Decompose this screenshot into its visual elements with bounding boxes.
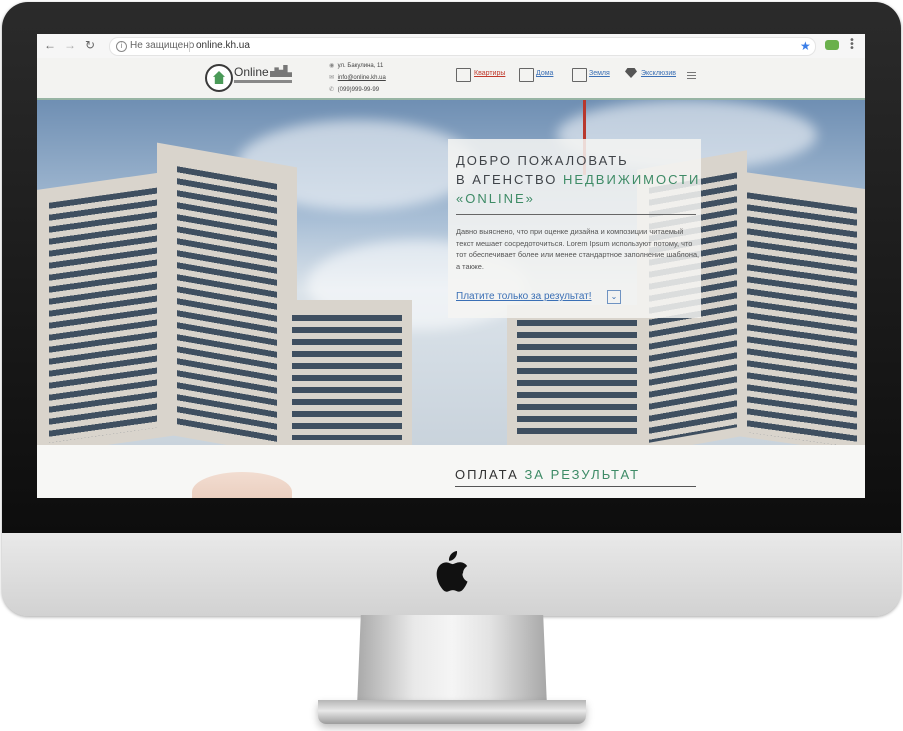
- contact-phone: ✆ (099)999-99-99: [329, 86, 379, 93]
- hero-section: ДОБРО ПОЖАЛОВАТЬ В АГЕНСТВО НЕДВИЖИМОСТИ…: [37, 100, 865, 445]
- welcome-body: Давно выяснено, что при оценке дизайна и…: [456, 227, 700, 271]
- welcome-title-accent: НЕДВИЖИМОСТИ: [562, 172, 701, 187]
- imac-stand-base: [318, 700, 586, 724]
- diamond-icon[interactable]: [625, 68, 637, 78]
- nav-apartments[interactable]: Квартиры: [474, 70, 505, 77]
- info-icon[interactable]: i: [116, 41, 127, 52]
- screen: ← → ↻ i Не защищено online.kh.ua ★ • • • O…: [37, 34, 865, 498]
- location-pin-icon: ◉: [329, 62, 335, 69]
- welcome-title: ДОБРО ПОЖАЛОВАТЬ В АГЕНСТВО НЕДВИЖИМОСТИ…: [456, 151, 701, 208]
- building-windows: [177, 166, 277, 444]
- back-arrow-icon[interactable]: ←: [43, 38, 57, 52]
- bookmark-star-icon[interactable]: ★: [800, 39, 811, 53]
- hamburger-menu-icon[interactable]: [687, 72, 696, 81]
- welcome-title-brand: «ONLINE»: [456, 191, 535, 206]
- house-icon[interactable]: [519, 68, 534, 82]
- hand-image: [192, 472, 292, 498]
- address-separator: [189, 41, 190, 52]
- browser-menu-icon[interactable]: • • •: [849, 36, 855, 54]
- imac-stand: [357, 615, 547, 707]
- pay-for-result-link[interactable]: Платите только за результат!: [456, 291, 592, 302]
- welcome-title-line1: ДОБРО ПОЖАЛОВАТЬ: [456, 153, 629, 168]
- extension-icon[interactable]: [825, 40, 839, 50]
- forward-arrow-icon[interactable]: →: [63, 38, 77, 52]
- building-windows: [49, 187, 159, 443]
- section-title: ОПЛАТА ЗА РЕЗУЛЬТАТ: [455, 467, 640, 482]
- email-link[interactable]: info@online.kh.ua: [338, 75, 386, 81]
- house-shape: [213, 71, 225, 84]
- contact-address: ◉ ул. Бакулина, 11: [329, 62, 383, 69]
- contact-email[interactable]: ✉ info@online.kh.ua: [329, 74, 386, 81]
- address-bar[interactable]: i Не защищено online.kh.ua ★: [109, 37, 816, 56]
- section-divider: [455, 486, 696, 487]
- land-icon[interactable]: [572, 68, 587, 82]
- logo-house-icon[interactable]: [205, 64, 233, 92]
- apple-logo-icon: [436, 551, 468, 592]
- envelope-icon: ✉: [329, 74, 335, 81]
- logo-tagline-bar: [234, 80, 292, 83]
- section-title-accent: ЗА РЕЗУЛЬТАТ: [524, 467, 641, 482]
- building-windows: [517, 320, 637, 440]
- building-windows: [747, 192, 857, 445]
- apartment-icon[interactable]: [456, 68, 471, 82]
- security-status: Не защищено: [130, 40, 195, 51]
- nav-houses[interactable]: Дома: [536, 70, 553, 77]
- nav-land[interactable]: Земля: [589, 70, 610, 77]
- divider: [456, 214, 696, 215]
- browser-toolbar: ← → ↻ i Не защищено online.kh.ua ★ • • •: [37, 34, 865, 59]
- address-text: ул. Бакулина, 11: [337, 63, 384, 69]
- logo-text[interactable]: Online: [234, 65, 269, 79]
- welcome-title-line2: В АГЕНСТВО НЕДВИЖИМОСТИ: [456, 170, 701, 189]
- chevron-down-icon[interactable]: ⌄: [607, 290, 621, 304]
- phone-icon: ✆: [329, 86, 335, 93]
- phone-text: (099)999-99-99: [337, 87, 380, 93]
- skyline-icon: [270, 65, 292, 77]
- nav-exclusive[interactable]: Эксклюзив: [641, 70, 676, 77]
- payment-section: ОПЛАТА ЗА РЕЗУЛЬТАТ: [37, 445, 865, 498]
- building-windows: [292, 315, 402, 440]
- reload-icon[interactable]: ↻: [83, 38, 97, 52]
- site-header: Online ◉ ул. Бакулина, 11 ✉ info@online.…: [37, 58, 865, 100]
- welcome-title-plain: В АГЕНСТВО: [456, 172, 558, 187]
- welcome-panel: ДОБРО ПОЖАЛОВАТЬ В АГЕНСТВО НЕДВИЖИМОСТИ…: [448, 139, 701, 318]
- url-text[interactable]: online.kh.ua: [196, 40, 250, 51]
- section-title-plain: ОПЛАТА: [455, 467, 519, 482]
